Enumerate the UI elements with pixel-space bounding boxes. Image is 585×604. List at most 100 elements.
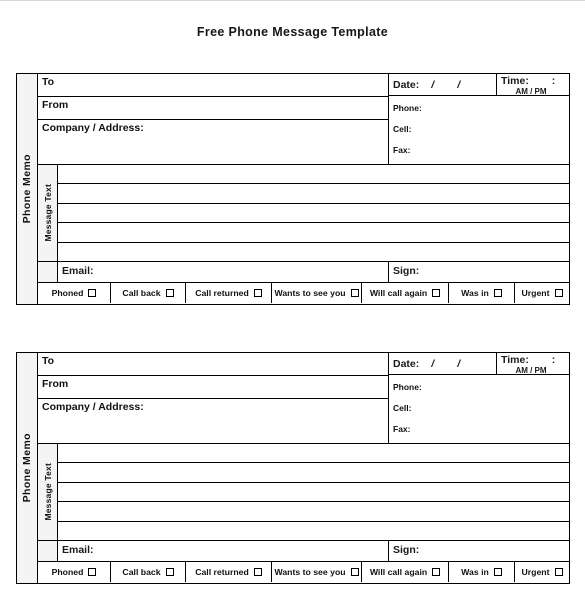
datetime-row: Date: / / Time: : AM / PM: [389, 353, 569, 375]
field-date[interactable]: Date: / /: [389, 353, 497, 374]
checkbox-item-will-call-again[interactable]: Will call again: [362, 283, 449, 303]
checkbox-box-icon[interactable]: [493, 289, 502, 297]
checkbox-item-call-returned[interactable]: Call returned: [186, 562, 272, 582]
contact-fields: Phone: Cell: Fax:: [389, 96, 569, 164]
memo-body: To From Company / Address: Date: / / Tim…: [38, 353, 569, 583]
checkbox-item-wants-to-see-you[interactable]: Wants to see you: [272, 283, 362, 303]
field-sign[interactable]: Sign:: [389, 262, 569, 282]
message-line[interactable]: [58, 483, 569, 503]
action-checkbox-row: Phoned Call back Call returned Wants to …: [38, 283, 569, 303]
checkbox-item-wants-to-see-you[interactable]: Wants to see you: [272, 562, 362, 582]
field-email[interactable]: Email:: [58, 541, 389, 561]
date-label: Date:: [393, 357, 420, 370]
checkbox-box-icon[interactable]: [350, 568, 359, 576]
checkbox-label: Wants to see you: [274, 288, 346, 298]
field-from[interactable]: From: [38, 97, 388, 120]
action-checkbox-row: Phoned Call back Call returned Wants to …: [38, 562, 569, 582]
time-label: Time:: [501, 354, 529, 366]
checkbox-item-phoned[interactable]: Phoned: [38, 283, 111, 303]
message-line[interactable]: [58, 243, 569, 261]
time-ampm-label[interactable]: AM / PM: [501, 366, 569, 375]
message-line[interactable]: [58, 165, 569, 185]
checkbox-item-was-in[interactable]: Was in: [449, 283, 515, 303]
checkbox-item-was-in[interactable]: Was in: [449, 562, 515, 582]
field-email[interactable]: Email:: [58, 262, 389, 282]
checkbox-box-icon[interactable]: [554, 289, 563, 297]
phone-memo-rail-label: Phone Memo: [17, 74, 38, 304]
checkbox-item-call-back[interactable]: Call back: [111, 562, 186, 582]
message-text-rail-label: Message Text: [38, 165, 58, 261]
field-fax[interactable]: Fax:: [393, 424, 569, 434]
time-colon: :: [551, 354, 556, 366]
message-line[interactable]: [58, 184, 569, 204]
date-label: Date:: [393, 78, 420, 91]
message-line[interactable]: [58, 463, 569, 483]
field-cell[interactable]: Cell:: [393, 124, 569, 134]
field-phone[interactable]: Phone:: [393, 382, 569, 392]
checkbox-label: Phoned: [51, 567, 84, 577]
checkbox-box-icon[interactable]: [432, 289, 441, 297]
checkbox-item-urgent[interactable]: Urgent: [515, 562, 569, 582]
rail-spacer: [38, 262, 58, 282]
checkbox-item-will-call-again[interactable]: Will call again: [362, 562, 449, 582]
checkbox-item-urgent[interactable]: Urgent: [515, 283, 569, 303]
field-to[interactable]: To: [38, 74, 388, 97]
message-text-rail-text: Message Text: [42, 184, 53, 242]
checkbox-label: Urgent: [521, 567, 550, 577]
field-company-address[interactable]: Company / Address:: [38, 120, 388, 164]
checkbox-box-icon[interactable]: [165, 289, 174, 297]
time-ampm-label[interactable]: AM / PM: [501, 87, 569, 96]
contact-fields: Phone: Cell: Fax:: [389, 375, 569, 443]
memo-header-section: To From Company / Address: Date: / / Tim…: [38, 74, 569, 165]
checkbox-label: Will call again: [369, 567, 428, 577]
phone-memo-form-2: Phone Memo To From Company / Address: Da…: [16, 352, 570, 584]
phone-memo-rail-text: Phone Memo: [21, 433, 33, 503]
checkbox-box-icon[interactable]: [350, 289, 359, 297]
message-lines: [58, 444, 569, 540]
checkbox-label: Phoned: [51, 288, 84, 298]
checkbox-item-phoned[interactable]: Phoned: [38, 562, 111, 582]
message-text-section: Message Text: [38, 444, 569, 540]
checkbox-box-icon[interactable]: [493, 568, 502, 576]
field-sign[interactable]: Sign:: [389, 541, 569, 561]
field-date[interactable]: Date: / /: [389, 74, 497, 95]
checkbox-item-call-back[interactable]: Call back: [111, 283, 186, 303]
checkbox-label: Call returned: [195, 288, 249, 298]
message-line[interactable]: [58, 502, 569, 522]
checkbox-box-icon[interactable]: [554, 568, 563, 576]
page-title: Free Phone Message Template: [196, 25, 389, 39]
field-time[interactable]: Time: : AM / PM: [497, 74, 569, 95]
checkbox-box-icon[interactable]: [432, 568, 441, 576]
phone-memo-rail-label: Phone Memo: [17, 353, 38, 583]
date-separator-1: /: [431, 357, 435, 370]
phone-memo-form-1: Phone Memo To From Company / Address: Da…: [16, 73, 570, 305]
field-to[interactable]: To: [38, 353, 388, 376]
field-from[interactable]: From: [38, 376, 388, 399]
field-time[interactable]: Time: : AM / PM: [497, 353, 569, 374]
checkbox-label: Will call again: [369, 288, 428, 298]
message-line[interactable]: [58, 444, 569, 464]
field-phone[interactable]: Phone:: [393, 103, 569, 113]
date-separator-2: /: [457, 357, 461, 370]
field-fax[interactable]: Fax:: [393, 145, 569, 155]
checkbox-box-icon[interactable]: [88, 289, 97, 297]
phone-memo-rail-text: Phone Memo: [21, 154, 33, 224]
memo-body: To From Company / Address: Date: / / Tim…: [38, 74, 569, 304]
time-label: Time:: [501, 75, 529, 87]
message-line[interactable]: [58, 522, 569, 540]
checkbox-label: Call returned: [195, 567, 249, 577]
message-line[interactable]: [58, 223, 569, 243]
message-line[interactable]: [58, 204, 569, 224]
checkbox-label: Call back: [122, 288, 161, 298]
message-text-section: Message Text: [38, 165, 569, 261]
checkbox-item-call-returned[interactable]: Call returned: [186, 283, 272, 303]
checkbox-box-icon[interactable]: [88, 568, 97, 576]
checkbox-box-icon[interactable]: [253, 289, 262, 297]
checkbox-box-icon[interactable]: [165, 568, 174, 576]
memo-header-section: To From Company / Address: Date: / / Tim…: [38, 353, 569, 444]
datetime-contact-fields: Date: / / Time: : AM / PM Phone: Cell: F…: [389, 74, 569, 164]
field-company-address[interactable]: Company / Address:: [38, 399, 388, 443]
checkbox-label: Urgent: [521, 288, 550, 298]
checkbox-box-icon[interactable]: [253, 568, 262, 576]
field-cell[interactable]: Cell:: [393, 403, 569, 413]
